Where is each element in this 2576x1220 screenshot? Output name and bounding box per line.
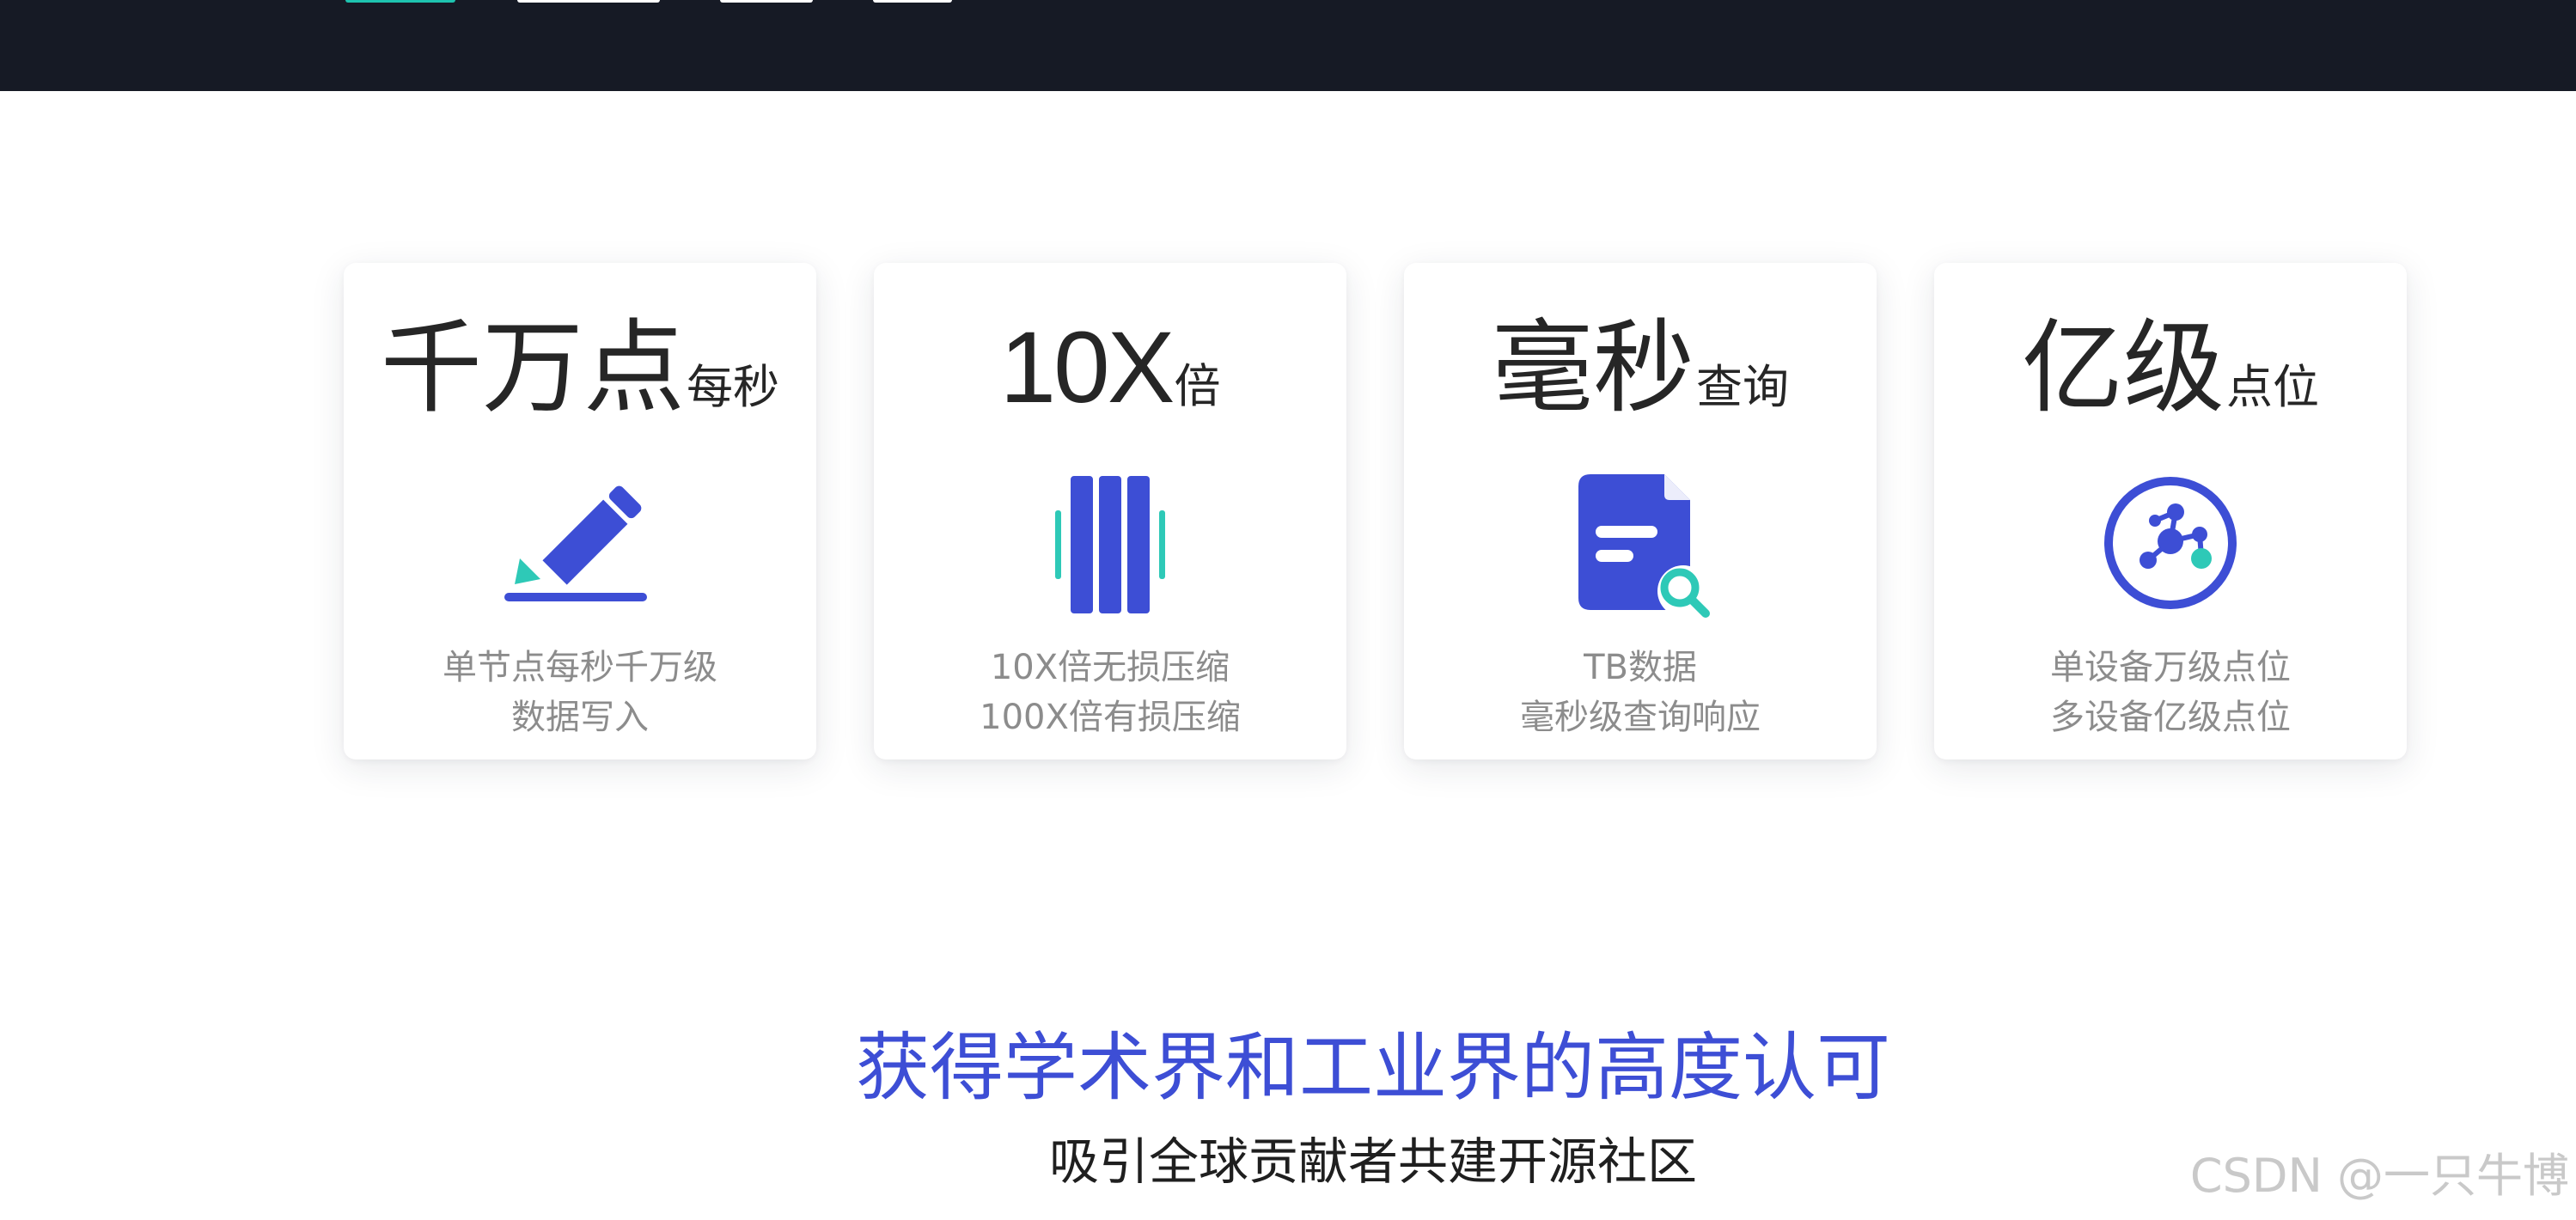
card-desc-line: 多设备亿级点位 <box>2050 698 2291 737</box>
nav-button[interactable] <box>873 0 952 3</box>
feature-card-query: 毫秒查询 TB数据 毫秒级查询响应 <box>1404 263 1877 759</box>
page: 千万点每秒 单节点每秒千万级 数据写入 10X倍 10X倍无损压缩 100X倍有… <box>0 0 2576 1220</box>
feature-card-compression: 10X倍 10X倍无损压缩 100X倍有损压缩 <box>874 263 1346 759</box>
card-headline-main: 10X <box>999 311 1175 424</box>
top-nav-bar <box>0 0 2576 91</box>
card-description: 单设备万级点位 多设备亿级点位 <box>1934 643 2407 742</box>
card-desc-line: 单设备万级点位 <box>2050 648 2291 687</box>
card-headline-suffix: 每秒 <box>687 360 779 414</box>
compression-columns-icon <box>1024 457 1196 629</box>
feature-card-data-points: 亿级点位 单设备万级点位 多设备亿级点位 <box>1934 263 2407 759</box>
card-headline: 10X倍 <box>874 316 1346 419</box>
network-nodes-icon <box>2085 457 2256 629</box>
card-headline-main: 千万点 <box>380 308 685 427</box>
card-desc-line: 10X倍无损压缩 <box>990 648 1230 687</box>
nav-button-active[interactable] <box>345 0 455 3</box>
card-desc-line: TB数据 <box>1584 648 1697 687</box>
nav-button[interactable] <box>720 0 813 3</box>
card-desc-line: 100X倍有损压缩 <box>980 698 1241 737</box>
card-desc-line: 单节点每秒千万级 <box>443 648 717 687</box>
pencil-write-icon <box>494 457 666 629</box>
card-headline: 千万点每秒 <box>344 316 816 419</box>
feature-card-write-throughput: 千万点每秒 单节点每秒千万级 数据写入 <box>344 263 816 759</box>
nav-button[interactable] <box>517 0 660 3</box>
card-description: TB数据 毫秒级查询响应 <box>1404 643 1877 742</box>
watermark: CSDN @一只牛博 <box>2189 1149 2569 1203</box>
section-title: 获得学术界和工业界的高度认可 <box>856 1025 1890 1111</box>
card-description: 10X倍无损压缩 100X倍有损压缩 <box>874 643 1346 742</box>
card-headline: 亿级点位 <box>1934 316 2407 419</box>
card-desc-line: 毫秒级查询响应 <box>1520 698 1761 737</box>
document-search-icon <box>1554 457 1726 629</box>
card-headline-suffix: 查询 <box>1696 360 1789 414</box>
card-headline-main: 亿级 <box>2021 308 2225 427</box>
card-headline-suffix: 倍 <box>1174 359 1221 413</box>
card-desc-line: 数据写入 <box>511 698 649 737</box>
card-description: 单节点每秒千万级 数据写入 <box>344 643 816 742</box>
card-headline: 毫秒查询 <box>1404 316 1877 419</box>
card-headline-suffix: 点位 <box>2226 360 2319 414</box>
card-headline-main: 毫秒 <box>1491 308 1694 427</box>
